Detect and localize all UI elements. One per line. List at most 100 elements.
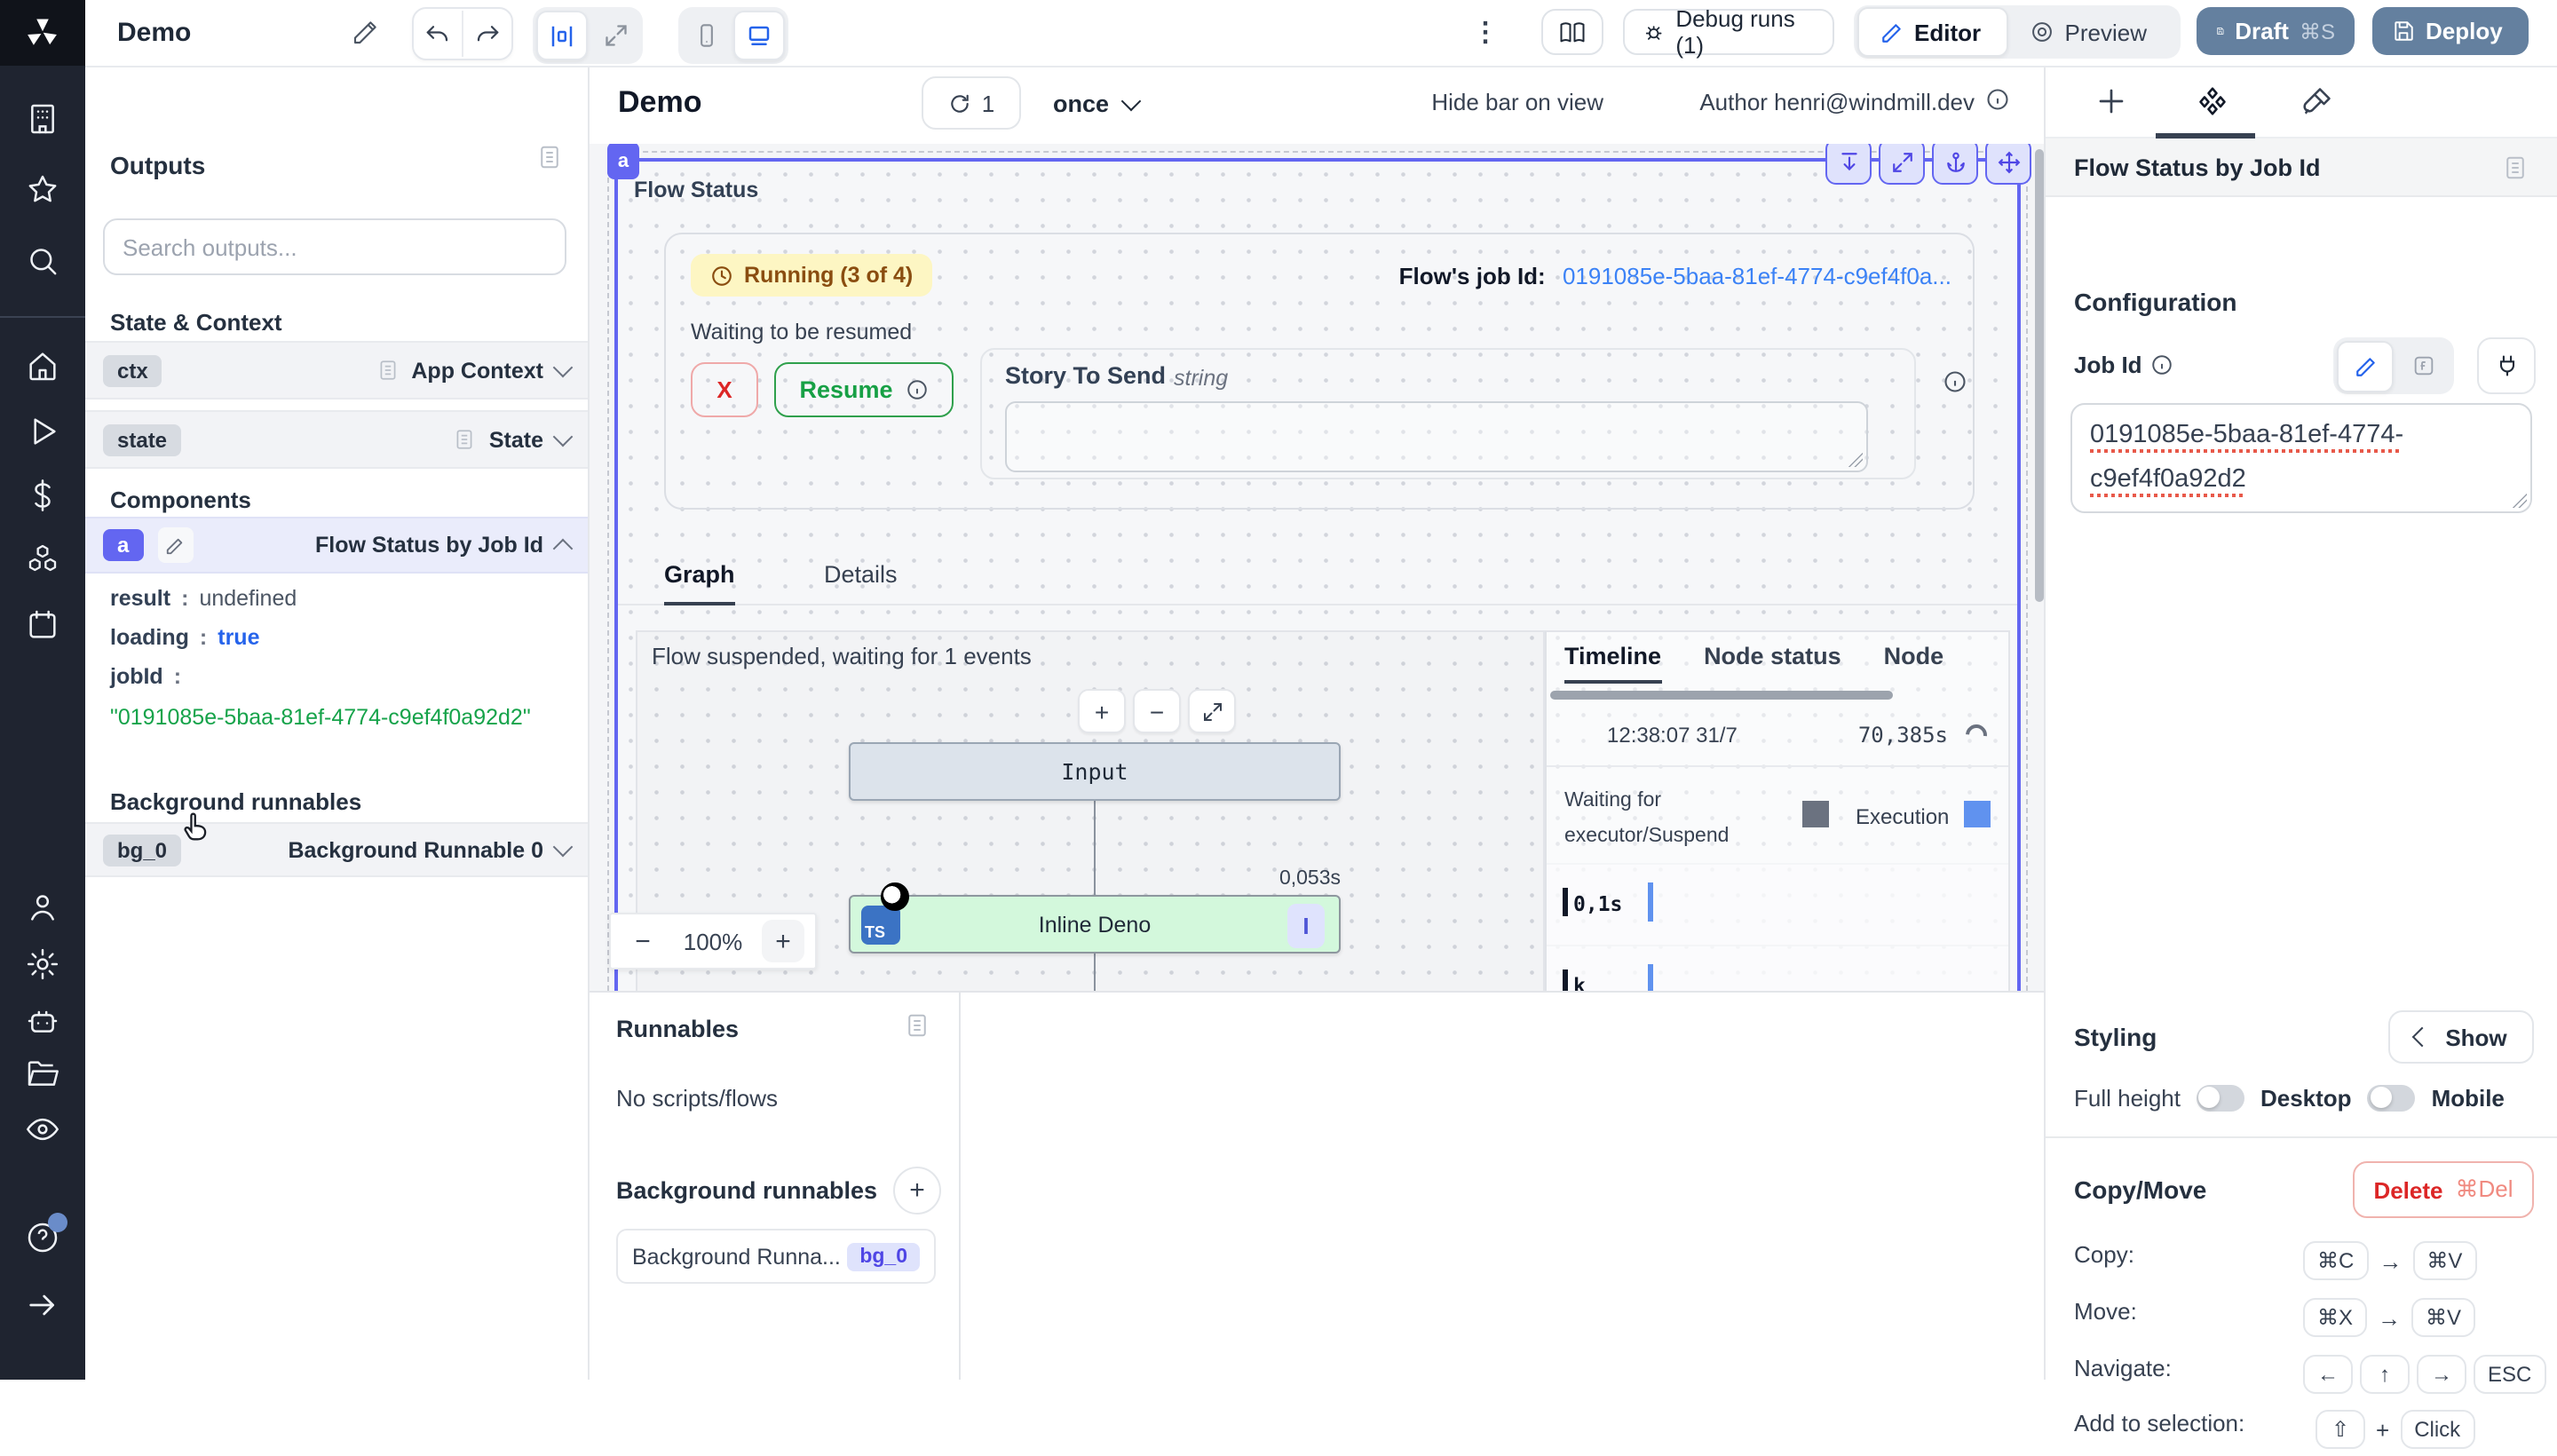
connect-plug-icon[interactable] xyxy=(2477,337,2536,394)
app-canvas[interactable]: a Flow Status Running (3 of 4) Flow's jo… xyxy=(588,144,2046,991)
fit-view-icon[interactable] xyxy=(1188,689,1236,733)
graph-node-inline-deno[interactable]: TS Inline Deno I xyxy=(849,895,1341,954)
preview-tab[interactable]: Preview xyxy=(2008,9,2177,55)
graph-node-input[interactable]: Input xyxy=(849,742,1341,801)
tab-node-status[interactable]: Node status xyxy=(1704,643,1841,684)
full-height-toggle[interactable] xyxy=(2197,1084,2244,1111)
zoom-in-icon[interactable]: + xyxy=(1078,689,1126,733)
editor-tab[interactable]: Editor xyxy=(1857,7,2008,57)
panel-collapse-icon[interactable] xyxy=(536,144,563,170)
styling-tab[interactable] xyxy=(2301,85,2333,117)
rename-pencil-icon[interactable] xyxy=(352,18,380,46)
tabs-scrollbar[interactable] xyxy=(1550,691,1893,700)
state-context-heading: State & Context xyxy=(110,309,282,336)
kebab-menu[interactable]: ⋮ xyxy=(1472,16,1499,48)
search-outputs-input[interactable]: Search outputs... xyxy=(103,218,566,275)
delete-button[interactable]: Delete ⌘Del xyxy=(2353,1161,2534,1218)
zoom-in-button[interactable]: + xyxy=(762,920,804,962)
center-layout-button[interactable] xyxy=(536,11,588,60)
bg-runnable-item-label: Background Runna... xyxy=(632,1244,841,1269)
edit-id-pencil-icon[interactable] xyxy=(157,527,193,563)
refresh-count-button[interactable]: 1 xyxy=(922,76,1021,130)
bg-runnable-item[interactable]: Background Runna... bg_0 xyxy=(616,1229,936,1284)
info-icon[interactable] xyxy=(1943,369,1967,394)
robot-icon[interactable] xyxy=(25,1003,60,1039)
component-settings-tab[interactable] xyxy=(2197,85,2228,117)
active-tab-underline xyxy=(2156,133,2255,138)
running-status-pill: Running (3 of 4) xyxy=(691,254,932,297)
chevron-down-icon[interactable] xyxy=(553,358,574,378)
home-icon[interactable] xyxy=(25,348,60,384)
panel-collapse-icon[interactable] xyxy=(904,1012,930,1039)
add-runnable-button[interactable]: + xyxy=(893,1167,941,1215)
maximize-icon[interactable] xyxy=(1879,144,1925,185)
undo-button[interactable] xyxy=(414,11,463,57)
zoom-out-button[interactable]: − xyxy=(621,920,664,962)
state-badge: state xyxy=(103,423,181,455)
anchor-icon[interactable] xyxy=(1932,144,1978,185)
mobile-view-button[interactable] xyxy=(682,12,730,59)
story-textarea[interactable] xyxy=(1005,401,1868,472)
schedule-dropdown[interactable]: once xyxy=(1039,76,1152,130)
ctx-row[interactable]: ctx App Context xyxy=(85,341,588,400)
search-icon[interactable] xyxy=(25,243,60,279)
draft-button[interactable]: Draft ⌘S xyxy=(2197,7,2355,55)
chevron-left-icon xyxy=(2412,1027,2433,1048)
full-height-label: Full height xyxy=(2074,1084,2181,1111)
static-mode-pencil-icon[interactable] xyxy=(2337,340,2394,392)
show-styling-button[interactable]: Show xyxy=(2388,1010,2534,1064)
star-icon[interactable] xyxy=(25,172,60,208)
chevron-down-icon[interactable] xyxy=(553,837,574,858)
tab-details[interactable]: Details xyxy=(824,561,898,602)
cubes-icon[interactable] xyxy=(25,542,60,577)
dollar-icon[interactable] xyxy=(25,478,60,513)
job-id-label: Flow's job Id: xyxy=(1399,263,1546,289)
gear-icon[interactable] xyxy=(25,946,60,982)
debug-runs-button[interactable]: Debug runs (1) xyxy=(1623,9,1834,55)
flow-status-title: Flow Status xyxy=(634,178,758,202)
move-icon[interactable] xyxy=(1985,144,2031,185)
canvas-scrollbar[interactable] xyxy=(2035,149,2044,602)
redo-button[interactable] xyxy=(463,11,511,57)
canvas-app-title: Demo xyxy=(618,85,701,121)
cancel-button[interactable]: X xyxy=(691,362,758,417)
resume-button[interactable]: Resume xyxy=(774,362,954,417)
component-row-flow-status[interactable]: a Flow Status by Job Id xyxy=(85,517,588,574)
calendar-icon[interactable] xyxy=(25,607,60,643)
job-id-textarea[interactable]: 0191085e-5baa-81ef-4774- c9ef4f0a92d2 xyxy=(2070,403,2532,513)
eye-icon[interactable] xyxy=(25,1112,60,1147)
chevron-up-icon[interactable] xyxy=(553,539,574,559)
function-mode-icon[interactable] xyxy=(2397,342,2450,390)
state-row[interactable]: state State xyxy=(85,410,588,469)
desktop-view-button[interactable] xyxy=(733,11,785,60)
bg-runnable-row[interactable]: bg_0 Background Runnable 0 xyxy=(85,822,588,877)
kbd-left: ← xyxy=(2303,1355,2353,1394)
docs-icon[interactable] xyxy=(2502,154,2529,180)
tab-node-def[interactable]: Node xyxy=(1884,643,1944,684)
windmill-logo[interactable] xyxy=(0,0,85,66)
tab-timeline[interactable]: Timeline xyxy=(1564,643,1661,684)
user-icon[interactable] xyxy=(25,890,60,925)
bg-runnable-label: Background Runnable 0 xyxy=(288,837,543,862)
divider xyxy=(2046,1136,2557,1138)
zoom-out-icon[interactable]: − xyxy=(1133,689,1181,733)
expand-down-icon[interactable] xyxy=(1825,144,1872,185)
fullscreen-layout-button[interactable] xyxy=(591,12,639,59)
arrow-right-icon[interactable] xyxy=(25,1287,60,1323)
job-id-link[interactable]: 0191085e-5baa-81ef-4774-c9ef4f0a... xyxy=(1563,263,1951,289)
tab-graph[interactable]: Graph xyxy=(664,561,735,605)
chevron-down-icon[interactable] xyxy=(553,427,574,447)
desktop-toggle[interactable] xyxy=(2368,1084,2416,1111)
flow-status-component[interactable]: a Flow Status Running (3 of 4) Flow's jo… xyxy=(614,158,2021,991)
docs-book-button[interactable] xyxy=(1541,9,1603,55)
add-component-tab[interactable] xyxy=(2095,85,2127,117)
resize-handle[interactable] xyxy=(1848,453,1863,467)
help-icon[interactable] xyxy=(25,1220,60,1255)
folder-icon[interactable] xyxy=(25,1056,60,1092)
building-icon[interactable] xyxy=(25,101,60,137)
kbd-click: Click xyxy=(2400,1410,2474,1449)
resize-handle[interactable] xyxy=(2513,494,2527,508)
play-icon[interactable] xyxy=(25,414,60,449)
deploy-button[interactable]: Deploy xyxy=(2372,7,2529,55)
info-icon[interactable] xyxy=(1985,87,2010,112)
